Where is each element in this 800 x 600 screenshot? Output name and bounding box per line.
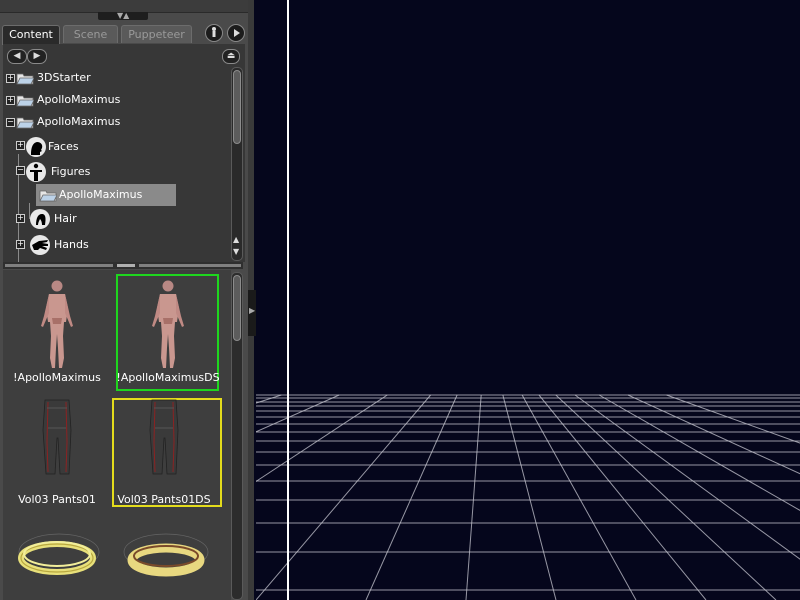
grid-line <box>627 394 800 475</box>
tree-item-label: Hair <box>54 212 77 225</box>
grid-line <box>502 394 557 600</box>
arrow-right-icon[interactable]: ▶ <box>27 49 47 64</box>
grid-line <box>598 394 800 511</box>
grid-line <box>538 394 707 600</box>
tree-item-label: Faces <box>48 140 79 153</box>
scroll-up-icon[interactable]: ▲ <box>233 236 239 244</box>
tab-puppeteer[interactable]: Puppeteer <box>121 25 192 43</box>
figure-thumbnail-image <box>152 280 184 368</box>
tree-item[interactable]: − Figures <box>3 160 231 184</box>
library-tree-area: ◀ ▶ ⏏ + 3DStarter + ApolloMaximus − Apol… <box>3 44 245 262</box>
folder-icon <box>16 73 34 85</box>
library-tree: + 3DStarter + ApolloMaximus − ApolloMaxi… <box>3 66 231 262</box>
hand-icon <box>30 235 50 255</box>
3d-viewport[interactable] <box>256 0 800 600</box>
grid-line <box>555 394 777 600</box>
folder-icon <box>16 95 34 107</box>
grid-line <box>465 394 482 600</box>
grid-line <box>256 394 432 600</box>
ring-thumbnail-image <box>123 533 209 577</box>
pants-thumbnail-image <box>42 399 72 475</box>
thumbnail-item[interactable] <box>112 514 216 600</box>
thumbnail-label: !ApolloMaximus <box>13 371 101 384</box>
grid-line <box>666 394 800 444</box>
splitter-grip[interactable] <box>117 264 135 267</box>
thumbnail-item[interactable]: Vol03 Pants01DS <box>112 394 216 510</box>
expand-icon[interactable]: + <box>6 74 15 83</box>
panel-collapse-tab[interactable]: ▶ <box>248 290 256 336</box>
hair-icon <box>30 209 50 229</box>
expand-icon[interactable]: + <box>6 96 15 105</box>
content-panel: ▼▲ Content Scene Puppeteer ◀ ▶ ⏏ + 3DSta… <box>0 0 248 600</box>
grid-line <box>256 394 388 483</box>
library-thumbnails: !ApolloMaximus !ApolloMaximusDS Vol03 Pa… <box>3 270 231 600</box>
tree-scrollbar-thumb[interactable] <box>233 70 241 144</box>
tree-item[interactable]: + ApolloMaximus <box>3 90 231 110</box>
play-icon[interactable] <box>227 24 245 42</box>
tree-item-label: ApolloMaximus <box>37 93 121 106</box>
tab-content[interactable]: Content <box>2 25 60 45</box>
tree-item[interactable]: + Hair <box>3 207 231 231</box>
thumbnail-label: Vol03 Pants01DS <box>117 493 211 506</box>
tab-scene[interactable]: Scene <box>63 25 118 43</box>
expand-icon[interactable]: + <box>16 214 25 223</box>
expand-icon[interactable]: + <box>16 141 25 150</box>
thumbnail-item[interactable]: !ApolloMaximusDS <box>116 272 220 388</box>
folder-open-icon <box>16 117 34 129</box>
tree-item-label: Hands <box>54 238 89 251</box>
grid-line <box>574 394 800 560</box>
tree-item-label: Figures <box>51 165 91 178</box>
expand-icon[interactable]: + <box>16 240 25 249</box>
tree-item[interactable]: − ApolloMaximus <box>3 112 231 132</box>
tree-item-label: ApolloMaximus <box>37 115 121 128</box>
tree-item-label: 3DStarter <box>37 71 91 84</box>
pants-thumbnail-image <box>149 399 179 475</box>
face-icon <box>26 137 46 157</box>
panel-splitter[interactable] <box>3 262 243 269</box>
collapse-icon[interactable]: − <box>16 166 25 175</box>
thumbnail-label: !ApolloMaximusDS <box>116 371 220 384</box>
chevron-right-icon: ▶ <box>249 306 256 315</box>
ring-thumbnail-image <box>18 533 100 575</box>
thumbnail-label: Vol03 Pants01 <box>18 493 96 506</box>
arrow-left-icon[interactable]: ◀ <box>7 49 27 64</box>
scroll-down-icon[interactable]: ▼ <box>233 248 239 256</box>
chevron-down-icon: ▼▲ <box>117 11 130 20</box>
panel-collapse-grip[interactable]: ▼▲ <box>98 12 148 20</box>
ground-grid <box>256 394 800 600</box>
tree-scrollbar[interactable]: ▲ ▼ <box>231 67 243 261</box>
grid-line <box>256 394 340 433</box>
folder-up-icon[interactable]: ⏏ <box>222 49 240 64</box>
thumbnail-item[interactable]: !ApolloMaximus <box>5 272 109 388</box>
thumbnail-item[interactable]: Vol03 Pants01 <box>5 394 109 510</box>
thumbnail-item[interactable] <box>5 514 109 600</box>
tree-item[interactable]: + Hands <box>3 233 231 257</box>
viewport-vertical-line <box>287 0 289 600</box>
thumbnails-scrollbar[interactable] <box>231 272 243 600</box>
tree-item[interactable]: + 3DStarter <box>3 68 231 88</box>
tree-item-selected[interactable]: ApolloMaximus <box>36 185 176 205</box>
collapse-icon[interactable]: − <box>6 118 15 127</box>
figure-thumbnail-image <box>41 280 73 368</box>
tree-item[interactable]: + Faces <box>3 135 231 159</box>
figure-icon[interactable] <box>205 24 223 42</box>
splitter-bar <box>5 264 113 267</box>
tree-item-label: ApolloMaximus <box>59 188 143 201</box>
figure-silhouette-icon <box>26 162 46 182</box>
grid-line <box>521 394 637 600</box>
grid-line <box>365 394 458 600</box>
splitter-bar <box>139 264 241 267</box>
folder-open-icon <box>39 190 57 202</box>
thumbnails-scrollbar-thumb[interactable] <box>233 275 241 341</box>
